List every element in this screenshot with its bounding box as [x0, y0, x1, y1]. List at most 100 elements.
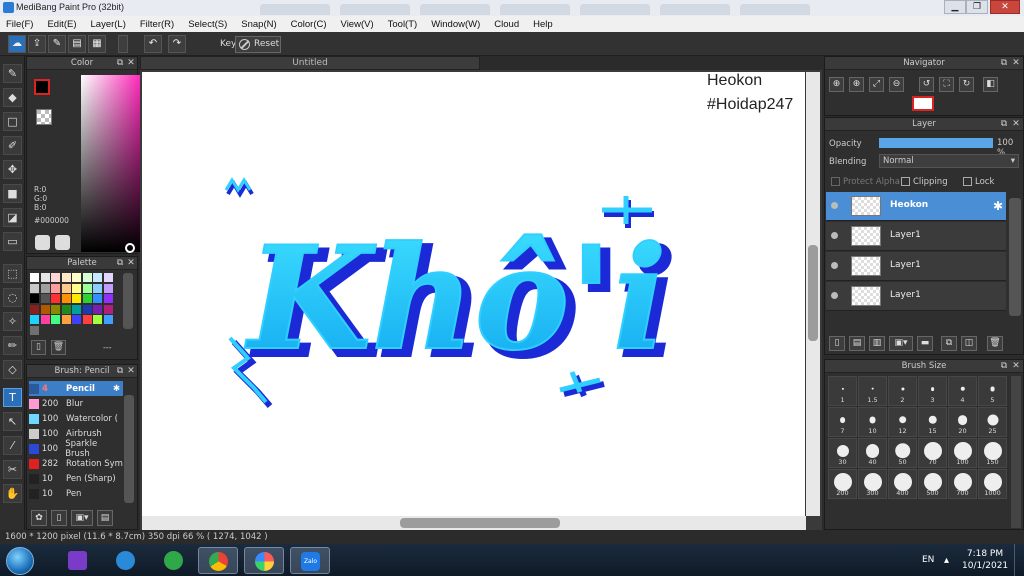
brush-item[interactable]: 282 Rotation Sym [29, 456, 123, 471]
browser-tab[interactable] [260, 4, 330, 15]
add-palette-icon[interactable]: ▯ [31, 340, 46, 355]
palette-swatch[interactable] [30, 315, 39, 324]
cc-cleaner-taskbar-icon[interactable] [154, 547, 194, 574]
horizontal-scroll-thumb[interactable] [400, 518, 560, 528]
palette-swatch[interactable] [93, 304, 102, 314]
palette-swatch[interactable] [82, 315, 92, 324]
close-panel-icon[interactable]: ✕ [126, 366, 136, 376]
palette-swatch[interactable] [30, 325, 39, 335]
palette-swatch[interactable] [51, 273, 60, 282]
clock[interactable]: 7:18 PM 10/1/2021 [962, 548, 1008, 572]
eyedropper-icon[interactable]: ⁄ [3, 436, 22, 455]
palette-swatch[interactable] [82, 273, 92, 282]
protect-alpha-checkbox[interactable]: Protect Alpha [831, 177, 900, 187]
dot-tool-icon[interactable]: □ [3, 112, 22, 131]
brush-size-cell[interactable]: 40 [858, 438, 887, 468]
menu-cloud[interactable]: Cloud [494, 19, 519, 30]
new-halftone-layer-icon[interactable]: ▤ [849, 336, 865, 351]
browser-tab[interactable] [740, 4, 810, 15]
magic-wand-icon[interactable]: ✧ [3, 312, 22, 331]
palette-swatch[interactable] [103, 315, 113, 324]
brush-new-icon[interactable]: ▯ [51, 510, 67, 526]
brush-size-cell[interactable]: 150 [978, 438, 1007, 468]
palette-swatch[interactable] [93, 294, 102, 303]
color-wheel-icon[interactable] [35, 235, 50, 250]
hand-tool-icon[interactable]: ✋ [3, 484, 22, 503]
brush-size-cell[interactable]: 20 [948, 407, 977, 437]
saturation-value-picker[interactable] [81, 75, 145, 252]
undock-icon[interactable]: ⧉ [999, 58, 1009, 68]
minimize-button[interactable]: ▁ [944, 0, 966, 14]
brush-size-cell[interactable]: 1.5 [858, 376, 887, 406]
palette-scrollbar[interactable] [123, 273, 133, 329]
fullscreen-icon[interactable]: ⛶ [939, 77, 954, 92]
folder-icon[interactable]: ▬ [917, 336, 933, 351]
brush-item[interactable]: 10 Pen (Sharp) [29, 471, 123, 486]
brush-item[interactable]: 10 Pen [29, 486, 123, 501]
close-panel-icon[interactable]: ✕ [126, 58, 136, 68]
brush-size-cell[interactable]: 25 [978, 407, 1007, 437]
medibang-taskbar-icon[interactable] [244, 547, 284, 574]
show-desktop-button[interactable] [1014, 544, 1024, 576]
brush-size-cell[interactable]: 7 [828, 407, 857, 437]
rotate-left-icon[interactable]: ↺ [919, 77, 934, 92]
brush-size-cell[interactable]: 12 [888, 407, 917, 437]
menu-layer[interactable]: Layer(L) [91, 19, 126, 30]
palette-swatch[interactable] [61, 294, 71, 303]
palette-swatch[interactable] [51, 283, 60, 293]
brush-item[interactable]: 200 Blur [29, 396, 123, 411]
internet-explorer-taskbar-icon[interactable] [106, 547, 146, 574]
palette-swatch[interactable] [61, 315, 71, 324]
browser-tab[interactable] [580, 4, 650, 15]
zalo-taskbar-icon[interactable]: Zalo [290, 547, 330, 574]
visibility-icon[interactable] [831, 292, 838, 299]
brush-size-cell[interactable]: 1000 [978, 469, 1007, 499]
close-panel-icon[interactable]: ✕ [1011, 58, 1021, 68]
palette-swatch[interactable] [51, 294, 60, 303]
layer-row[interactable]: Layer1 [826, 282, 1006, 311]
chrome-taskbar-icon[interactable] [198, 547, 238, 574]
palette-swatch[interactable] [93, 273, 102, 282]
menu-color[interactable]: Color(C) [291, 19, 327, 30]
comment-icon[interactable]: ✎ [48, 35, 66, 53]
brush-size-cell[interactable]: 300 [858, 469, 887, 499]
rotate-right-icon[interactable]: ↻ [959, 77, 974, 92]
brush-scrollbar[interactable] [124, 395, 134, 503]
select-eraser-icon[interactable]: ◇ [3, 360, 22, 379]
palette-swatch[interactable] [61, 304, 71, 314]
merge-layer-icon[interactable]: ◫ [961, 336, 977, 351]
lasso-tool-icon[interactable]: ◌ [3, 288, 22, 307]
share-icon[interactable]: ⇪ [28, 35, 46, 53]
brush-item[interactable]: 100 Watercolor ( [29, 411, 123, 426]
palette-swatch[interactable] [93, 283, 102, 293]
brush-size-cell[interactable]: 5 [978, 376, 1007, 406]
brush-settings-icon[interactable]: ▤ [97, 510, 113, 526]
duplicate-layer-icon[interactable]: ⧉ [941, 336, 957, 351]
palette-swatch[interactable] [51, 304, 60, 314]
operation-tool-icon[interactable]: ↖ [3, 412, 22, 431]
palette-swatch[interactable] [93, 315, 102, 324]
text-tool-icon[interactable]: T [3, 388, 22, 407]
palette-swatch[interactable] [103, 273, 113, 282]
layer-scrollbar[interactable] [1009, 198, 1021, 316]
redo-icon[interactable]: ↷ [168, 35, 186, 53]
brush-size-cell[interactable]: 500 [918, 469, 947, 499]
visibility-icon[interactable] [831, 262, 838, 269]
foreground-color-swatch[interactable] [34, 79, 50, 95]
brush-item[interactable]: 4 Pencil ✱ [29, 381, 123, 396]
language-indicator[interactable]: EN [922, 555, 934, 565]
palette-swatch[interactable] [72, 304, 81, 314]
palette-swatch[interactable] [30, 273, 39, 282]
trash-icon[interactable]: 🗑 [51, 340, 66, 355]
brush-size-cell[interactable]: 100 [948, 438, 977, 468]
clipping-checkbox[interactable]: Clipping [901, 177, 948, 187]
menu-snap[interactable]: Snap(N) [241, 19, 276, 30]
gradient-tool-icon[interactable]: ▭ [3, 232, 22, 251]
brush-size-cell[interactable]: 3 [918, 376, 947, 406]
menu-view[interactable]: View(V) [341, 19, 374, 30]
close-panel-icon[interactable]: ✕ [1011, 361, 1021, 371]
brush-menu-icon[interactable]: ▣▾ [71, 510, 93, 526]
palette-swatch[interactable] [40, 294, 50, 303]
new-8bit-layer-icon[interactable]: ▥ [869, 336, 885, 351]
undo-icon[interactable]: ↶ [144, 35, 162, 53]
